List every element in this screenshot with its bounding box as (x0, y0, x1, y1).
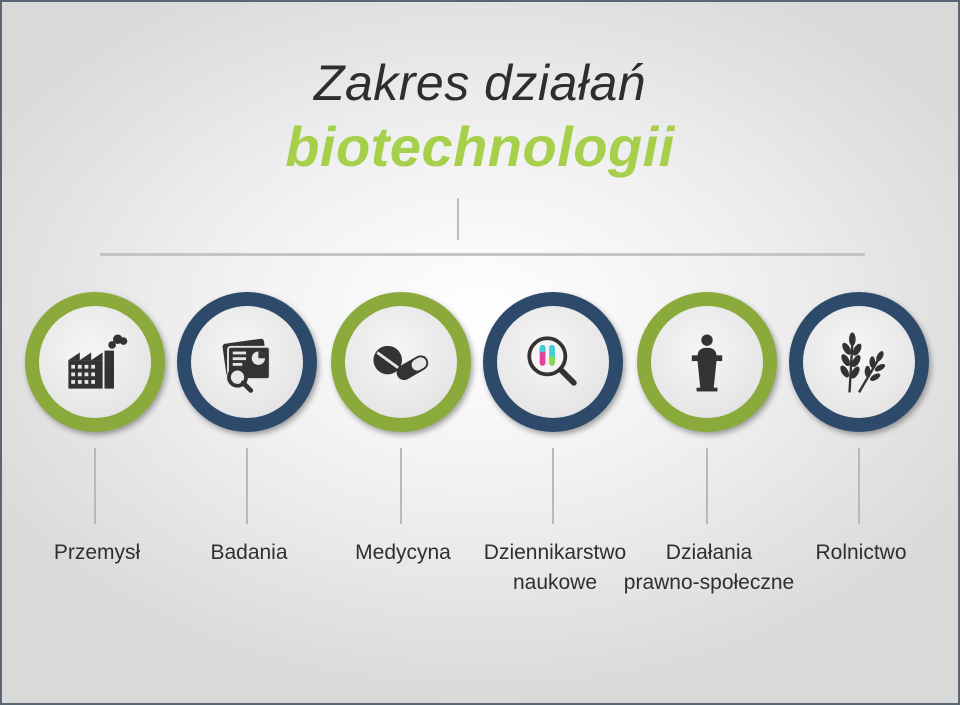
category-ring (331, 292, 471, 432)
category-ring (483, 292, 623, 432)
category-dzialania-prawno-spoleczne: Działania prawno-społeczne (624, 292, 794, 622)
category-ring (637, 292, 777, 432)
connector-horizontal (100, 253, 865, 256)
category-dziennikarstwo-naukowe: Dziennikarstwo naukowe (480, 292, 630, 622)
title-line-1: Zakres działań (313, 55, 647, 111)
wheat-icon (840, 332, 886, 394)
category-label: Rolnictwo (815, 541, 907, 564)
category-stem (400, 448, 402, 524)
speaker-podium-icon (691, 334, 723, 392)
category-stem (706, 448, 708, 524)
title-line-2: biotechnologii (285, 115, 675, 178)
category-ring (789, 292, 929, 432)
category-przemysl: Przemysł (22, 292, 172, 622)
pills-icon (373, 345, 429, 381)
category-stem (94, 448, 96, 524)
factory-icon (68, 334, 128, 389)
research-documents-icon (222, 338, 271, 393)
connector-vertical (457, 198, 459, 240)
category-stem (552, 448, 554, 524)
category-ring (177, 292, 317, 432)
infographic-frame: Zakres działań biotechnologii Przemysł B… (0, 0, 960, 705)
category-ring (25, 292, 165, 432)
category-stem (858, 448, 860, 524)
category-rolnictwo: Rolnictwo (786, 292, 936, 622)
category-badania: Badania (174, 292, 324, 622)
magnifier-test-tubes-icon (527, 336, 577, 386)
category-stem (246, 448, 248, 524)
